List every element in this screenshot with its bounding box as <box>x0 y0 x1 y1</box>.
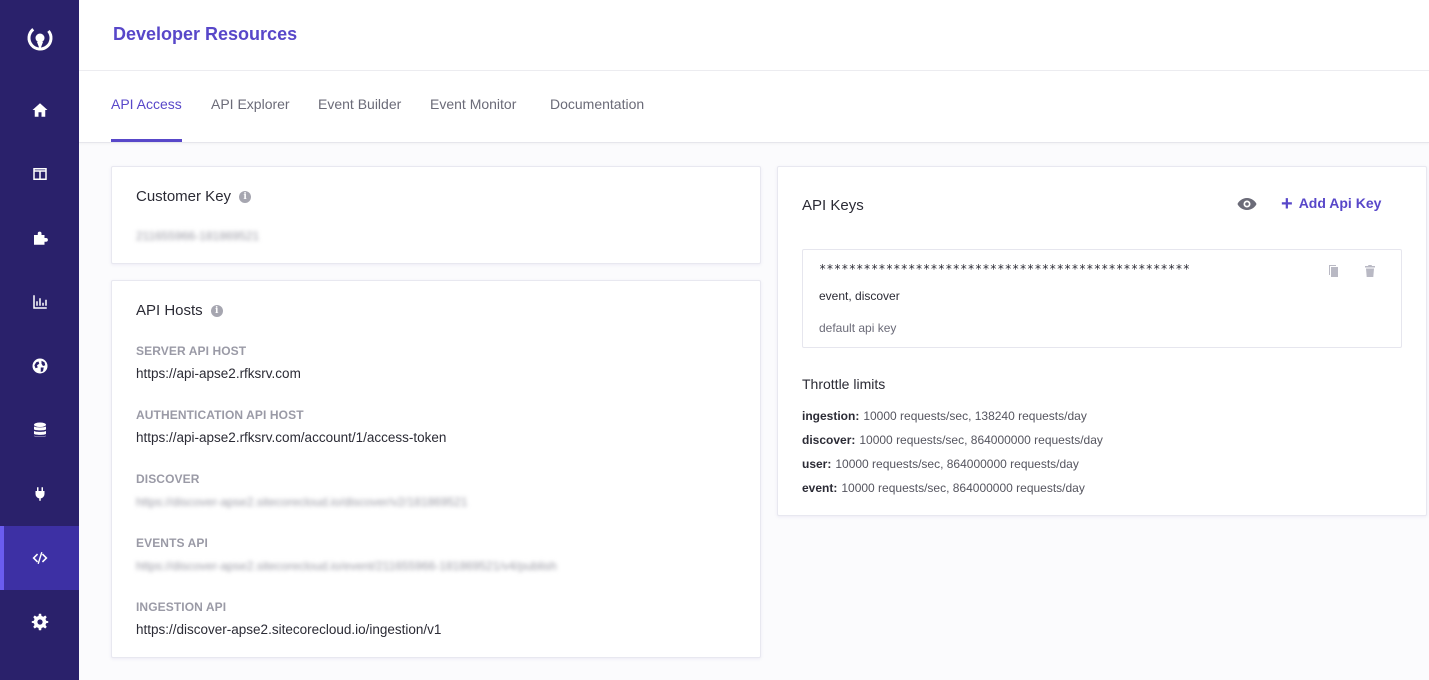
api-keys-card: API Keys + Add Api Key ******************… <box>777 166 1427 516</box>
throttle-row: ingestion: 10000 requests/sec, 138240 req… <box>802 409 1087 423</box>
copy-icon[interactable] <box>1327 264 1341 278</box>
gear-icon <box>31 613 48 631</box>
add-api-key-label: Add Api Key <box>1298 195 1382 211</box>
throttle-name: event: <box>802 481 838 495</box>
plus-icon: + <box>1281 193 1293 215</box>
tab-event-builder[interactable]: Event Builder <box>318 71 401 142</box>
page-header: Developer Resources <box>79 0 1429 71</box>
api-keys-title: API Keys <box>802 197 864 214</box>
customer-key-title: Customer Key i <box>136 188 252 205</box>
sidebar-item-settings[interactable] <box>0 590 79 654</box>
code-icon <box>32 552 47 564</box>
database-icon <box>33 422 46 438</box>
sidebar-item-analytics[interactable] <box>0 270 79 334</box>
throttle-name: discover: <box>802 433 856 447</box>
tab-event-monitor[interactable]: Event Monitor <box>430 71 516 142</box>
throttle-value: 10000 requests/sec, 864000000 requests/d… <box>841 481 1085 495</box>
customer-key-card: Customer Key i 211655966-181869521 <box>111 166 761 264</box>
sidebar-item-data[interactable] <box>0 398 79 462</box>
throttle-row: user: 10000 requests/sec, 864000000 reque… <box>802 457 1079 471</box>
eye-icon <box>1237 198 1257 210</box>
api-hosts-title-text: API Hosts <box>136 302 203 319</box>
sidebar-item-widgets[interactable] <box>0 206 79 270</box>
server-api-host-label: SERVER API HOST <box>136 344 247 358</box>
trash-icon[interactable] <box>1363 264 1377 278</box>
throttle-row: event: 10000 requests/sec, 864000000 requ… <box>802 481 1085 495</box>
server-api-host-value: https://api-apse2.rfksrv.com <box>136 366 301 381</box>
api-hosts-title: API Hosts i <box>136 302 223 319</box>
layout-icon <box>32 168 47 180</box>
events-api-label: EVENTS API <box>136 536 208 550</box>
api-key-scopes: event, discover <box>819 289 900 303</box>
sidebar-item-layout[interactable] <box>0 142 79 206</box>
globe-icon <box>32 358 47 374</box>
ingestion-api-label: INGESTION API <box>136 600 227 614</box>
throttle-name: user: <box>802 457 832 471</box>
page-title: Developer Resources <box>113 24 298 44</box>
api-key-item: ****************************************… <box>802 249 1402 348</box>
tab-documentation[interactable]: Documentation <box>550 71 644 142</box>
tab-bar: API Access API Explorer Event Builder Ev… <box>79 71 1429 143</box>
throttle-value: 10000 requests/sec, 864000000 requests/d… <box>859 433 1103 447</box>
sidebar-item-integrations[interactable] <box>0 462 79 526</box>
plug-icon <box>35 487 44 501</box>
sidebar-item-developer[interactable] <box>0 526 79 590</box>
sidebar-item-global[interactable] <box>0 334 79 398</box>
auth-api-host-label: AUTHENTICATION API HOST <box>136 408 304 422</box>
throttle-name: ingestion: <box>802 409 860 423</box>
discover-value: https://discover-apse2.sitecorecloud.io/… <box>136 495 468 509</box>
puzzle-icon <box>33 231 48 245</box>
api-key-description: default api key <box>819 321 897 335</box>
throttle-value: 10000 requests/sec, 138240 requests/day <box>863 409 1087 423</box>
sidebar <box>0 0 79 680</box>
home-icon <box>32 103 47 117</box>
throttle-row: discover: 10000 requests/sec, 864000000 r… <box>802 433 1103 447</box>
sitecore-logo-icon[interactable] <box>0 6 79 70</box>
throttle-limits-title: Throttle limits <box>802 376 886 392</box>
ingestion-api-value: https://discover-apse2.sitecorecloud.io/… <box>136 622 442 637</box>
info-icon[interactable]: i <box>239 191 252 203</box>
sidebar-item-home[interactable] <box>0 78 79 142</box>
customer-key-title-text: Customer Key <box>136 188 232 205</box>
auth-api-host-value: https://api-apse2.rfksrv.com/account/1/a… <box>136 430 447 445</box>
tab-api-explorer[interactable]: API Explorer <box>211 71 290 142</box>
events-api-value: https://discover-apse2.sitecorecloud.io/… <box>136 559 557 573</box>
info-icon[interactable]: i <box>210 305 223 317</box>
api-hosts-card: API Hosts i SERVER API HOST https://api-a… <box>111 280 761 658</box>
show-keys-button[interactable] <box>1236 193 1258 215</box>
customer-key-value: 211655966-181869521 <box>136 229 260 243</box>
add-api-key-button[interactable]: + Add Api Key <box>1281 193 1381 216</box>
throttle-value: 10000 requests/sec, 864000000 requests/d… <box>835 457 1079 471</box>
bar-chart-icon <box>32 295 47 309</box>
tab-api-access[interactable]: API Access <box>111 71 182 142</box>
api-key-masked: ****************************************… <box>819 262 1191 276</box>
discover-label: DISCOVER <box>136 472 200 486</box>
